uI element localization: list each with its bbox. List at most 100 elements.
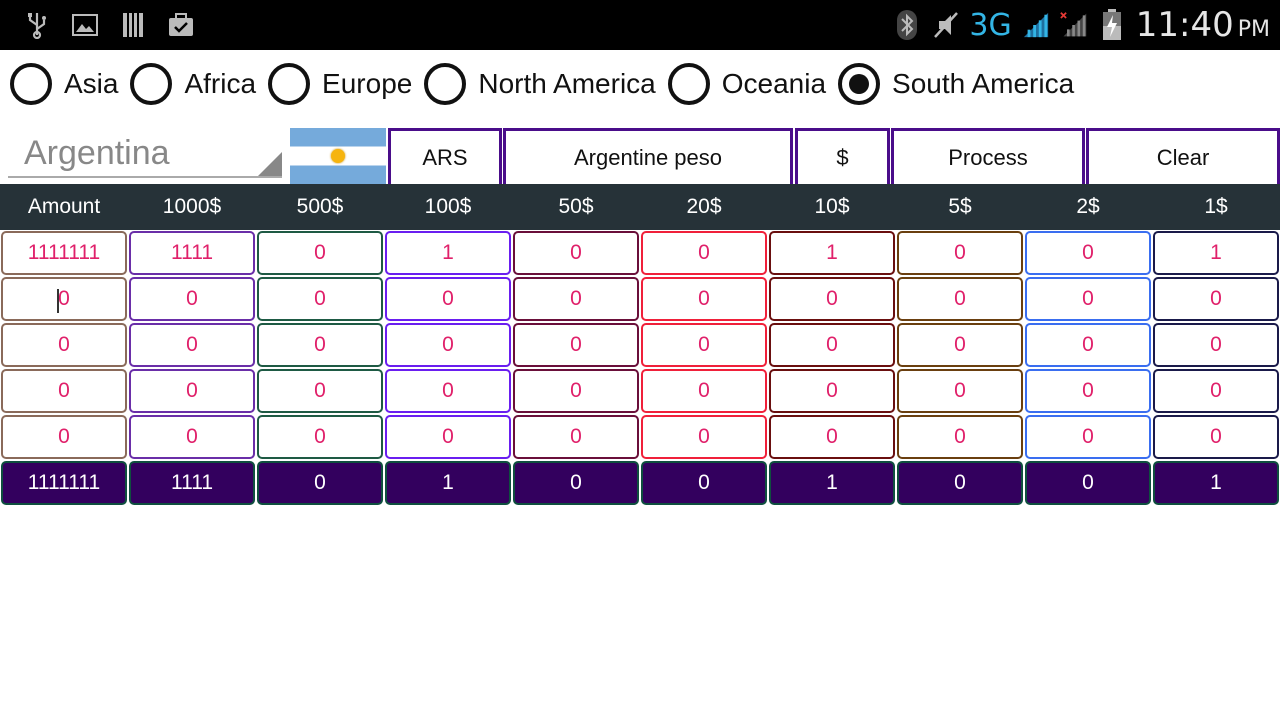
amount-input[interactable]: 0 xyxy=(1,323,127,367)
denomination-count-input[interactable]: 0 xyxy=(641,231,767,275)
table-cell: 0 xyxy=(256,276,384,322)
denomination-count-input[interactable]: 1 xyxy=(1153,231,1279,275)
denomination-count-input[interactable]: 0 xyxy=(257,323,383,367)
signal-icon xyxy=(1022,8,1050,42)
radio-africa[interactable]: Africa xyxy=(130,63,256,105)
denomination-count-input[interactable]: 0 xyxy=(769,277,895,321)
denomination-count-input[interactable]: 0 xyxy=(385,369,511,413)
denomination-count-input[interactable]: 0 xyxy=(257,277,383,321)
country-spinner[interactable]: Argentina xyxy=(8,132,282,178)
radio-button[interactable] xyxy=(10,63,52,105)
denomination-count-input[interactable]: 0 xyxy=(897,323,1023,367)
denomination-count-input[interactable]: 0 xyxy=(257,369,383,413)
table-cell: 0 xyxy=(256,322,384,368)
radio-south-america[interactable]: South America xyxy=(838,63,1074,105)
denomination-count-input[interactable]: 0 xyxy=(641,415,767,459)
denomination-count-input[interactable]: 0 xyxy=(513,231,639,275)
table-cell: 1 xyxy=(768,230,896,276)
denomination-count-input[interactable]: 0 xyxy=(769,415,895,459)
denomination-count-input[interactable]: 0 xyxy=(129,415,255,459)
table-cell: 0 xyxy=(1152,322,1280,368)
denomination-count-input[interactable]: 0 xyxy=(1025,415,1151,459)
clear-button[interactable]: Clear xyxy=(1086,128,1280,184)
denomination-count-input[interactable]: 0 xyxy=(513,415,639,459)
radio-button[interactable] xyxy=(838,63,881,105)
denomination-count-input[interactable]: 0 xyxy=(129,323,255,367)
currency-name-field: Argentine peso xyxy=(503,128,793,184)
amount-input[interactable]: 0 xyxy=(1,415,127,459)
denomination-count-input[interactable]: 0 xyxy=(1153,415,1279,459)
denomination-count-input[interactable]: 0 xyxy=(513,323,639,367)
total-value: 0 xyxy=(897,461,1023,505)
denomination-count-input[interactable]: 1 xyxy=(385,231,511,275)
radio-button[interactable] xyxy=(130,63,173,105)
table-cell: 0 xyxy=(640,322,768,368)
denomination-count-input[interactable]: 0 xyxy=(769,369,895,413)
denomination-count-input[interactable]: 0 xyxy=(513,277,639,321)
table-cell: 0 xyxy=(128,368,256,414)
denomination-count-input[interactable]: 0 xyxy=(257,231,383,275)
radio-button[interactable] xyxy=(424,63,467,105)
table-row: 0000000000 xyxy=(0,276,1280,322)
battery-charging-icon xyxy=(1098,8,1126,42)
denomination-count-input[interactable]: 0 xyxy=(1025,277,1151,321)
denomination-count-input[interactable]: 0 xyxy=(1153,323,1279,367)
amount-input[interactable]: 1111111 xyxy=(1,231,127,275)
denomination-count-input[interactable]: 0 xyxy=(257,415,383,459)
radio-asia[interactable]: Asia xyxy=(10,63,118,105)
radio-oceania[interactable]: Oceania xyxy=(667,63,827,105)
table-cell: 1 xyxy=(384,230,512,276)
denomination-count-input[interactable]: 0 xyxy=(129,277,255,321)
image-icon xyxy=(70,10,100,40)
usb-icon xyxy=(22,10,52,40)
table-cell: 0 xyxy=(768,276,896,322)
amount-input[interactable]: 0 xyxy=(1,277,127,321)
radio-north-america[interactable]: North America xyxy=(424,63,656,105)
denomination-count-input[interactable]: 0 xyxy=(1025,323,1151,367)
denomination-count-input[interactable]: 0 xyxy=(129,369,255,413)
denomination-count-input[interactable]: 0 xyxy=(513,369,639,413)
header-50: 50$ xyxy=(558,195,594,218)
table-cell: 0 xyxy=(1024,230,1152,276)
amount-input[interactable]: 0 xyxy=(1,369,127,413)
radio-europe[interactable]: Europe xyxy=(268,63,412,105)
denomination-count-input[interactable]: 0 xyxy=(385,323,511,367)
table-cell: 0 xyxy=(128,322,256,368)
radio-button[interactable] xyxy=(268,63,311,105)
table-cell: 0 xyxy=(1152,276,1280,322)
denomination-count-input[interactable]: 0 xyxy=(897,231,1023,275)
radio-label: Europe xyxy=(322,68,413,99)
currency-toolbar: Argentina ARS Argentine peso $ Process C… xyxy=(0,128,1280,184)
table-cell: 0 xyxy=(0,322,128,368)
total-value: 0 xyxy=(257,461,383,505)
denomination-count-input[interactable]: 0 xyxy=(385,415,511,459)
total-value: 1111111 xyxy=(1,461,127,505)
table-cell: 0 xyxy=(256,368,384,414)
radio-button[interactable] xyxy=(667,63,710,105)
denomination-count-input[interactable]: 0 xyxy=(1153,277,1279,321)
table-cell: 0 xyxy=(1024,368,1152,414)
denomination-count-input[interactable]: 1111 xyxy=(129,231,255,275)
denomination-count-input[interactable]: 0 xyxy=(1153,369,1279,413)
denomination-count-input[interactable]: 0 xyxy=(1025,369,1151,413)
denomination-count-input[interactable]: 0 xyxy=(385,277,511,321)
denomination-count-input[interactable]: 0 xyxy=(641,323,767,367)
total-cell: 0 xyxy=(512,460,640,506)
denomination-count-input[interactable]: 0 xyxy=(897,415,1023,459)
denomination-count-input[interactable]: 0 xyxy=(897,369,1023,413)
network-type: 3G xyxy=(969,7,1012,43)
denomination-count-input[interactable]: 0 xyxy=(1025,231,1151,275)
table-cell: 0 xyxy=(512,368,640,414)
process-button[interactable]: Process xyxy=(891,128,1085,184)
denomination-count-input[interactable]: 0 xyxy=(641,277,767,321)
denomination-header: Amount 1000$ 500$ 100$ 50$ 20$ 10$ 5$ 2$… xyxy=(0,184,1280,230)
denomination-count-input[interactable]: 1 xyxy=(769,231,895,275)
total-cell: 0 xyxy=(1024,460,1152,506)
denomination-count-input[interactable]: 0 xyxy=(641,369,767,413)
table-cell: 0 xyxy=(384,322,512,368)
radio-label: Oceania xyxy=(721,68,827,99)
denomination-count-input[interactable]: 0 xyxy=(769,323,895,367)
table-cell: 1 xyxy=(1152,230,1280,276)
table-row: 0000000000 xyxy=(0,368,1280,414)
denomination-count-input[interactable]: 0 xyxy=(897,277,1023,321)
